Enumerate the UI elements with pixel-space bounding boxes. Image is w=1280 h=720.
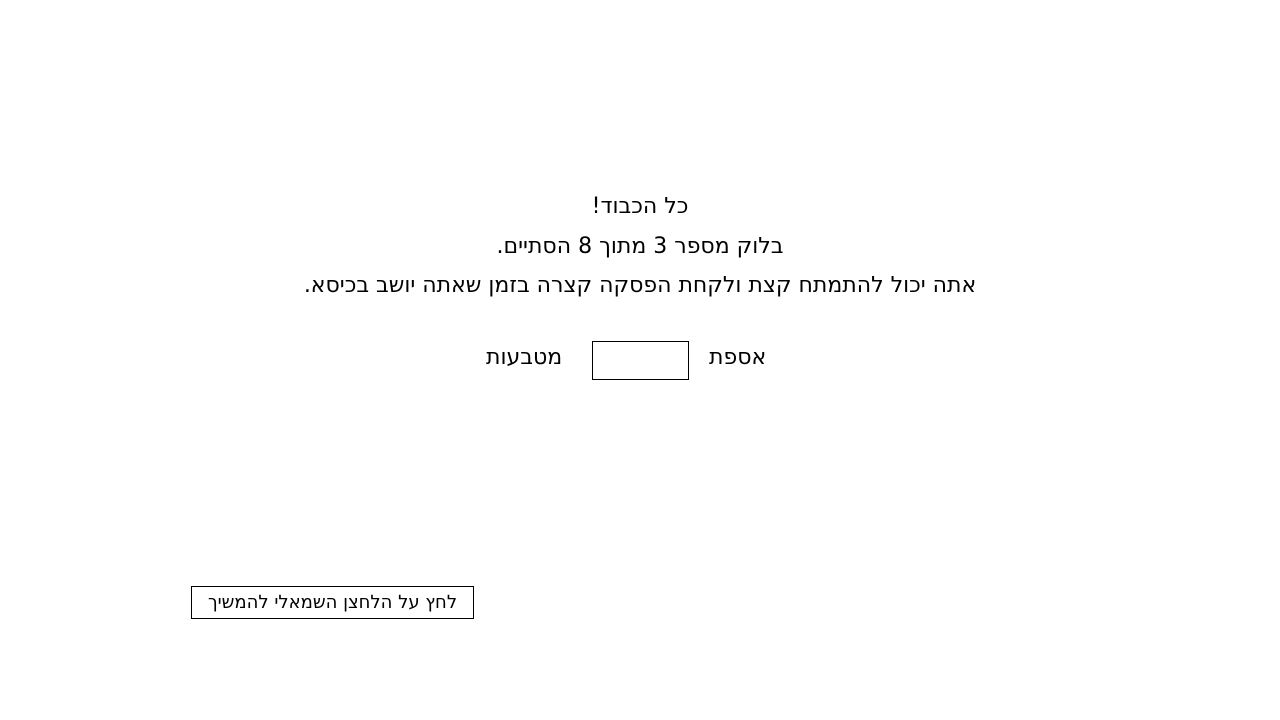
coins-suffix-label: מטבעות [486,345,563,370]
congrats-title: כל הכבוד! [591,194,689,219]
rest-hint-text: אתה יכול להתמתח קצת ולקחת הפסקה קצרה בזמ… [303,273,977,298]
block-status-text: בלוק מספר 3 מתוך 8 הסתיים. [496,234,784,259]
block-complete-screen: כל הכבוד! בלוק מספר 3 מתוך 8 הסתיים. אתה… [0,0,1280,720]
coins-summary: אספת מטבעות [0,341,1280,381]
coins-count-box [592,341,689,380]
coins-prefix-label: אספת [709,345,767,370]
continue-instruction-box: לחץ על הלחצן השמאלי להמשיך [191,586,474,619]
